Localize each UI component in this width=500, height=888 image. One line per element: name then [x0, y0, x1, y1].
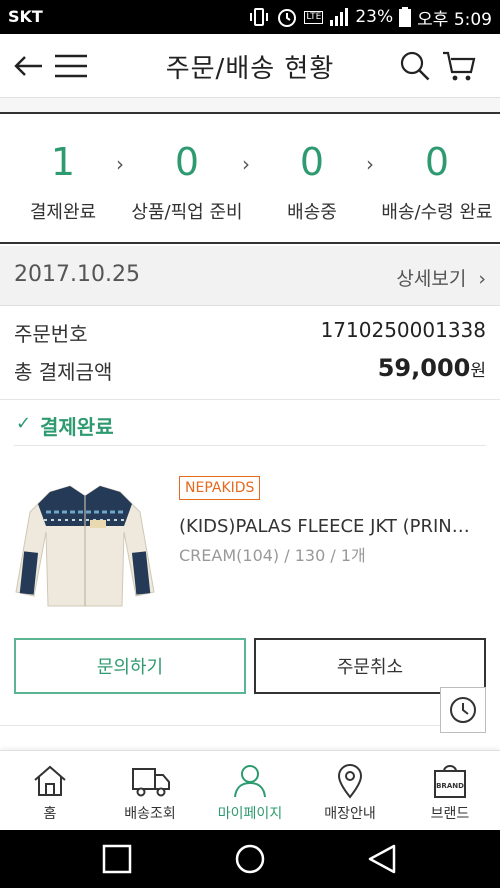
tab-brand[interactable]: BRAND 브랜드 — [400, 751, 500, 831]
bottom-tab-bar: 홈 배송조회 마이페이지 매장안내 BRAND 브랜드 — [0, 750, 500, 830]
check-icon: ✓ — [16, 413, 32, 434]
inquiry-button[interactable]: 문의하기 — [14, 638, 246, 694]
step-label: 배송/수령 완료 — [381, 202, 493, 223]
order-total-label: 총 결제금액 — [14, 360, 113, 384]
order-number-row: 주문번호 1710250001338 — [14, 318, 486, 354]
vibrate-icon — [250, 8, 269, 26]
app-header: 주문/배송 현황 — [0, 34, 500, 98]
step-label: 결제완료 — [29, 202, 97, 223]
brand-bag-icon: BRAND — [434, 765, 466, 798]
order-total-value: 59,000원 — [378, 354, 486, 382]
clock: 오후 5:09 — [417, 9, 492, 30]
step-label: 상품/픽업 준비 — [131, 202, 243, 223]
step-delivered[interactable]: 0 배송/수령 완료 — [376, 138, 498, 224]
step-payment-complete[interactable]: 1 결제완료 — [18, 138, 108, 224]
brand-tag: NEPAKIDS — [179, 476, 261, 500]
search-icon[interactable] — [399, 50, 431, 82]
status-icons: LTE 23% 오후 5:09 — [248, 5, 492, 30]
lte-badge: LTE — [304, 10, 324, 24]
step-shipping[interactable]: 0 배송중 — [272, 138, 352, 224]
signal-icon — [330, 8, 349, 26]
home-button-icon[interactable] — [233, 844, 267, 874]
brand-icon-text: BRAND — [436, 782, 464, 790]
order-info: 주문번호 1710250001338 총 결제금액 59,000원 — [0, 306, 500, 400]
order-number-value: 1710250001338 — [320, 318, 486, 342]
view-detail-link[interactable]: 상세보기 › — [396, 264, 486, 291]
tab-label: 마이페이지 — [217, 806, 283, 822]
cart-icon[interactable] — [442, 50, 476, 82]
location-pin-icon — [337, 764, 363, 799]
step-count: 0 — [424, 140, 450, 184]
tab-label: 홈 — [43, 806, 57, 822]
section-gap — [0, 98, 500, 114]
order-status-text: 결제완료 — [40, 415, 114, 439]
order-number-label: 주문번호 — [14, 322, 88, 346]
system-nav-bar — [0, 830, 500, 888]
order-status-steps: 1 결제완료 › 0 상품/픽업 준비 › 0 배송중 › 0 배송/수령 완료 — [0, 116, 500, 244]
tab-store-locator[interactable]: 매장안내 — [300, 751, 400, 831]
truck-icon — [132, 768, 170, 797]
order-status-line: ✓ 결제완료 — [14, 400, 486, 446]
tab-delivery-tracking[interactable]: 배송조회 — [100, 751, 200, 831]
tab-home[interactable]: 홈 — [0, 751, 100, 831]
product-name: (KIDS)PALAS FLEECE JKT (PRIN… — [179, 516, 470, 537]
product-item[interactable]: NEPAKIDS (KIDS)PALAS FLEECE JKT (PRIN… C… — [0, 460, 500, 620]
currency-unit: 원 — [470, 361, 486, 381]
step-label: 배송중 — [287, 202, 337, 223]
battery-icon — [399, 7, 412, 27]
order-date-bar: 2017.10.25 상세보기 › — [0, 246, 500, 306]
recent-history-button[interactable] — [440, 687, 486, 733]
step-arrow: › — [366, 152, 374, 176]
product-options: CREAM(104) / 130 / 1개 — [179, 546, 366, 565]
view-detail-label: 상세보기 — [396, 268, 467, 290]
step-count: 1 — [50, 140, 76, 184]
step-count: 0 — [174, 140, 200, 184]
person-icon — [234, 765, 266, 798]
step-preparing[interactable]: 0 상품/픽업 준비 — [124, 138, 250, 224]
step-arrow: › — [116, 152, 124, 176]
alarm-icon — [278, 9, 297, 27]
cancel-order-button[interactable]: 주문취소 — [254, 638, 486, 694]
status-bar: SKT LTE 23% 오후 5:09 — [0, 0, 500, 34]
product-image — [15, 485, 155, 607]
carrier-label: SKT — [8, 7, 43, 26]
tab-label: 브랜드 — [430, 806, 470, 822]
clock-icon — [450, 697, 476, 723]
battery-percent: 23% — [355, 7, 394, 27]
recent-apps-icon[interactable] — [102, 844, 132, 874]
step-arrow: › — [242, 152, 250, 176]
order-total-row: 총 결제금액 59,000원 — [14, 354, 486, 392]
step-count: 0 — [299, 140, 325, 184]
order-total-amount: 59,000 — [377, 354, 471, 382]
divider — [0, 725, 440, 726]
tab-label: 배송조회 — [124, 806, 176, 822]
order-date: 2017.10.25 — [14, 262, 140, 287]
home-icon — [34, 765, 66, 796]
chevron-right-icon: › — [478, 268, 486, 290]
tab-mypage[interactable]: 마이페이지 — [200, 751, 300, 831]
back-button-icon[interactable] — [366, 844, 398, 874]
tab-label: 매장안내 — [324, 806, 376, 822]
